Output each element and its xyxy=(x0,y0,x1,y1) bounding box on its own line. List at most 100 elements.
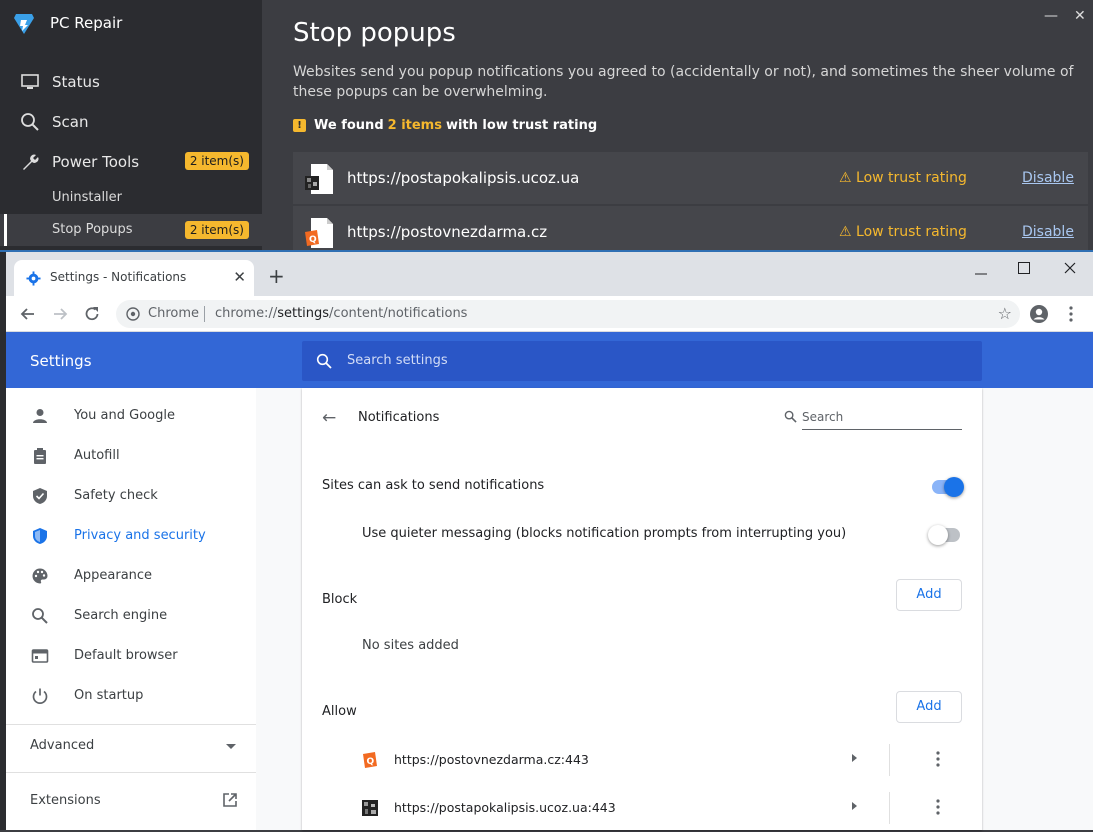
menu-kebab-icon[interactable] xyxy=(1061,304,1081,324)
open-external-icon xyxy=(223,793,237,807)
sidebar-item-label: Appearance xyxy=(74,568,153,583)
disable-link[interactable]: Disable xyxy=(1022,224,1074,240)
document-favicon-icon: Q xyxy=(305,218,333,248)
settings-search-input[interactable]: Search settings xyxy=(302,341,982,381)
tab-title: Settings - Notifications xyxy=(50,270,187,284)
allow-site-row[interactable]: https://postapokalipsis.ucoz.ua:443 xyxy=(302,784,982,832)
url-host: settings xyxy=(277,306,330,321)
subnav-item-label: Uninstaller xyxy=(52,190,123,205)
profile-avatar-icon[interactable] xyxy=(1029,304,1049,324)
found-count: 2 items xyxy=(387,118,442,133)
trust-rating-text: Low trust rating xyxy=(856,224,967,240)
forward-arrow-icon[interactable] xyxy=(50,304,70,324)
shield-icon xyxy=(33,528,47,544)
app-name: PC Repair xyxy=(50,14,123,32)
found-suffix: with low trust rating xyxy=(445,118,598,133)
sidebar-item-safety-check[interactable]: Safety check xyxy=(6,476,256,516)
notifications-card: ← Notifications Search Sites can ask to … xyxy=(302,388,982,830)
clipboard-icon xyxy=(34,448,46,464)
nav-item-status[interactable]: Status xyxy=(0,62,262,102)
sites-can-ask-toggle[interactable] xyxy=(932,477,964,497)
warning-icon: ! xyxy=(293,119,306,132)
subnav-item-uninstaller[interactable]: Uninstaller xyxy=(0,182,262,214)
block-add-button[interactable]: Add xyxy=(896,579,962,611)
page-title: Stop popups xyxy=(293,18,456,48)
sites-can-ask-label: Sites can ask to send notifications xyxy=(322,478,545,493)
bookmark-star-icon[interactable]: ☆ xyxy=(998,304,1012,323)
tab-strip: Settings - Notifications ✕ + xyxy=(6,252,1093,296)
row-separator xyxy=(889,744,890,776)
toggle-knob xyxy=(944,477,964,497)
sidebar-divider xyxy=(6,772,256,773)
omnibox-url: chrome://settings/content/notifications xyxy=(215,306,467,321)
nav-item-power-tools[interactable]: Power Tools 2 item(s) xyxy=(0,142,262,182)
gear-icon xyxy=(26,271,41,286)
palette-icon xyxy=(32,568,48,584)
sidebar-item-label: Privacy and security xyxy=(74,528,206,543)
maximize-icon[interactable] xyxy=(1018,262,1030,274)
search-placeholder: Search xyxy=(802,410,844,424)
search-icon xyxy=(32,608,48,624)
chrome-window: Settings - Notifications ✕ + Chrome chro… xyxy=(0,250,1093,830)
expand-arrow-icon[interactable] xyxy=(852,754,857,762)
tab-close-icon[interactable]: ✕ xyxy=(233,268,246,286)
sidebar-item-appearance[interactable]: Appearance xyxy=(6,556,256,596)
close-icon[interactable] xyxy=(1064,262,1076,274)
address-bar[interactable]: Chrome chrome://settings/content/notific… xyxy=(116,300,1020,328)
minimize-icon[interactable] xyxy=(974,266,988,280)
minimize-icon[interactable]: — xyxy=(1044,8,1058,24)
close-icon[interactable]: ✕ xyxy=(1074,8,1086,24)
sidebar-item-you-and-google[interactable]: You and Google xyxy=(6,396,256,436)
allow-section-label: Allow xyxy=(322,704,357,719)
settings-sidebar: You and Google Autofill Safety check Pri… xyxy=(6,388,256,830)
subnav-item-label: Stop Popups xyxy=(52,222,133,237)
reload-icon[interactable] xyxy=(82,304,102,324)
extensions-label: Extensions xyxy=(30,793,101,808)
row-separator xyxy=(889,792,890,824)
more-actions-icon[interactable] xyxy=(936,798,940,816)
sidebar-item-on-startup[interactable]: On startup xyxy=(6,676,256,716)
settings-header: Settings Search settings xyxy=(6,332,1093,388)
subpage-search-input[interactable]: Search xyxy=(784,406,962,430)
sidebar-item-autofill[interactable]: Autofill xyxy=(6,436,256,476)
quieter-messaging-label: Use quieter messaging (blocks notificati… xyxy=(362,526,847,541)
nav-item-scan[interactable]: Scan xyxy=(0,102,262,142)
allow-add-button[interactable]: Add xyxy=(896,691,962,723)
svg-text:Q: Q xyxy=(367,757,375,767)
site-url: https://postapokalipsis.ucoz.ua xyxy=(347,169,580,187)
allow-site-row[interactable]: Q https://postovnezdarma.cz:443 xyxy=(302,736,982,784)
sidebar-divider xyxy=(6,724,256,725)
back-arrow-icon[interactable]: ← xyxy=(322,408,336,428)
sidebar-advanced-toggle[interactable]: Advanced xyxy=(6,728,256,764)
sidebar-item-extensions[interactable]: Extensions xyxy=(6,784,256,818)
new-tab-button[interactable]: + xyxy=(268,266,285,286)
quieter-messaging-toggle[interactable] xyxy=(928,525,960,545)
chevron-down-icon xyxy=(226,744,236,749)
subnav-item-stop-popups[interactable]: Stop Popups 2 item(s) xyxy=(0,214,262,246)
chrome-icon xyxy=(126,307,140,321)
found-prefix: We found xyxy=(314,118,384,133)
more-actions-icon[interactable] xyxy=(936,750,940,768)
tab-settings-notifications[interactable]: Settings - Notifications ✕ xyxy=(14,260,254,296)
shield-check-icon xyxy=(33,488,47,504)
url-scheme: chrome:// xyxy=(215,306,278,321)
settings-title: Settings xyxy=(30,352,92,370)
expand-arrow-icon[interactable] xyxy=(852,802,857,810)
document-favicon-icon xyxy=(305,164,333,194)
sidebar-item-privacy-and-security[interactable]: Privacy and security xyxy=(6,516,256,556)
sidebar-item-default-browser[interactable]: Default browser xyxy=(6,636,256,676)
sidebar-item-label: Search engine xyxy=(74,608,168,623)
count-badge: 2 item(s) xyxy=(184,221,249,239)
toggle-knob xyxy=(928,525,948,545)
search-icon xyxy=(784,410,797,423)
sidebar-item-label: You and Google xyxy=(74,408,175,423)
browser-toolbar: Chrome chrome://settings/content/notific… xyxy=(6,296,1093,332)
site-favicon-icon xyxy=(362,800,378,816)
site-url: https://postovnezdarma.cz xyxy=(347,223,548,241)
magnifier-icon xyxy=(21,113,39,131)
disable-link[interactable]: Disable xyxy=(1022,170,1074,186)
back-arrow-icon[interactable] xyxy=(18,304,38,324)
power-icon xyxy=(32,688,48,704)
block-section-label: Block xyxy=(322,592,358,607)
sidebar-item-search-engine[interactable]: Search engine xyxy=(6,596,256,636)
